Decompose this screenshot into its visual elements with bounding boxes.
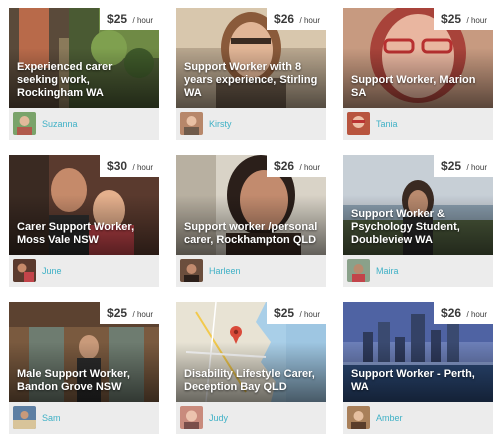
price-amount: $25	[274, 306, 295, 320]
card-footer: Kirsty	[176, 108, 326, 140]
price-amount: $25	[107, 306, 128, 320]
price-unit: / hour	[299, 163, 320, 172]
listing-card[interactable]: Support Worker with 8 years experience, …	[176, 8, 326, 140]
card-footer: Harleen	[176, 255, 326, 287]
listing-card[interactable]: Experienced carer seeking work, Rockingh…	[9, 8, 159, 140]
card-footer: June	[9, 255, 159, 287]
user-name-link[interactable]: Suzanna	[42, 108, 78, 140]
price-badge: $25 / hour	[434, 8, 493, 30]
price-amount: $26	[274, 159, 295, 173]
price-unit: / hour	[466, 163, 487, 172]
listing-title[interactable]: Support Worker with 8 years experience, …	[184, 61, 318, 100]
listing-card[interactable]: Carer Support Worker, Moss Vale NSW $30 …	[9, 155, 159, 287]
listing-card[interactable]: Support worker /personal carer, Rockhamp…	[176, 155, 326, 287]
user-name-link[interactable]: June	[42, 255, 62, 287]
price-amount: $30	[107, 159, 128, 173]
price-amount: $25	[107, 12, 128, 26]
price-badge: $26 / hour	[267, 8, 326, 30]
avatar[interactable]	[180, 259, 203, 282]
price-unit: / hour	[299, 16, 320, 25]
price-badge: $25 / hour	[100, 302, 159, 324]
listing-card[interactable]: Support Worker & Psychology Student, Dou…	[343, 155, 493, 287]
price-badge: $25 / hour	[100, 8, 159, 30]
user-name-link[interactable]: Kirsty	[209, 108, 232, 140]
user-name-link[interactable]: Amber	[376, 402, 403, 434]
avatar[interactable]	[347, 112, 370, 135]
card-footer: Tania	[343, 108, 493, 140]
user-name-link[interactable]: Sam	[42, 402, 61, 434]
card-footer: Maira	[343, 255, 493, 287]
card-footer: Amber	[343, 402, 493, 434]
card-footer: Suzanna	[9, 108, 159, 140]
price-amount: $25	[441, 12, 462, 26]
listing-card[interactable]: Support Worker, Marion SA $25 / hour Tan…	[343, 8, 493, 140]
price-badge: $26 / hour	[434, 302, 493, 324]
price-badge: $25 / hour	[434, 155, 493, 177]
listing-title[interactable]: Support worker /personal carer, Rockhamp…	[184, 221, 318, 247]
listing-card[interactable]: Disability Lifestyle Carer, Deception Ba…	[176, 302, 326, 434]
listing-card[interactable]: Support Worker - Perth, WA $26 / hour Am…	[343, 302, 493, 434]
price-unit: / hour	[299, 310, 320, 319]
price-unit: / hour	[132, 310, 153, 319]
price-badge: $25 / hour	[267, 302, 326, 324]
price-unit: / hour	[132, 16, 153, 25]
avatar[interactable]	[13, 259, 36, 282]
user-name-link[interactable]: Harleen	[209, 255, 241, 287]
user-name-link[interactable]: Tania	[376, 108, 398, 140]
listing-card[interactable]: Male Support Worker, Bandon Grove NSW $2…	[9, 302, 159, 434]
price-badge: $26 / hour	[267, 155, 326, 177]
price-badge: $30 / hour	[100, 155, 159, 177]
card-footer: Judy	[176, 402, 326, 434]
listing-title[interactable]: Experienced carer seeking work, Rockingh…	[17, 61, 151, 100]
card-footer: Sam	[9, 402, 159, 434]
listing-title[interactable]: Carer Support Worker, Moss Vale NSW	[17, 221, 151, 247]
avatar[interactable]	[13, 406, 36, 429]
user-name-link[interactable]: Maira	[376, 255, 399, 287]
avatar[interactable]	[347, 259, 370, 282]
price-amount: $26	[441, 306, 462, 320]
price-unit: / hour	[132, 163, 153, 172]
avatar[interactable]	[13, 112, 36, 135]
price-amount: $26	[274, 12, 295, 26]
listing-title[interactable]: Male Support Worker, Bandon Grove NSW	[17, 368, 151, 394]
price-amount: $25	[441, 159, 462, 173]
price-unit: / hour	[466, 16, 487, 25]
price-unit: / hour	[466, 310, 487, 319]
avatar[interactable]	[180, 112, 203, 135]
user-name-link[interactable]: Judy	[209, 402, 228, 434]
avatar[interactable]	[180, 406, 203, 429]
listing-title[interactable]: Support Worker & Psychology Student, Dou…	[351, 208, 485, 247]
listing-title[interactable]: Support Worker - Perth, WA	[351, 368, 485, 394]
listing-title[interactable]: Disability Lifestyle Carer, Deception Ba…	[184, 368, 318, 394]
avatar[interactable]	[347, 406, 370, 429]
listing-title[interactable]: Support Worker, Marion SA	[351, 74, 485, 100]
